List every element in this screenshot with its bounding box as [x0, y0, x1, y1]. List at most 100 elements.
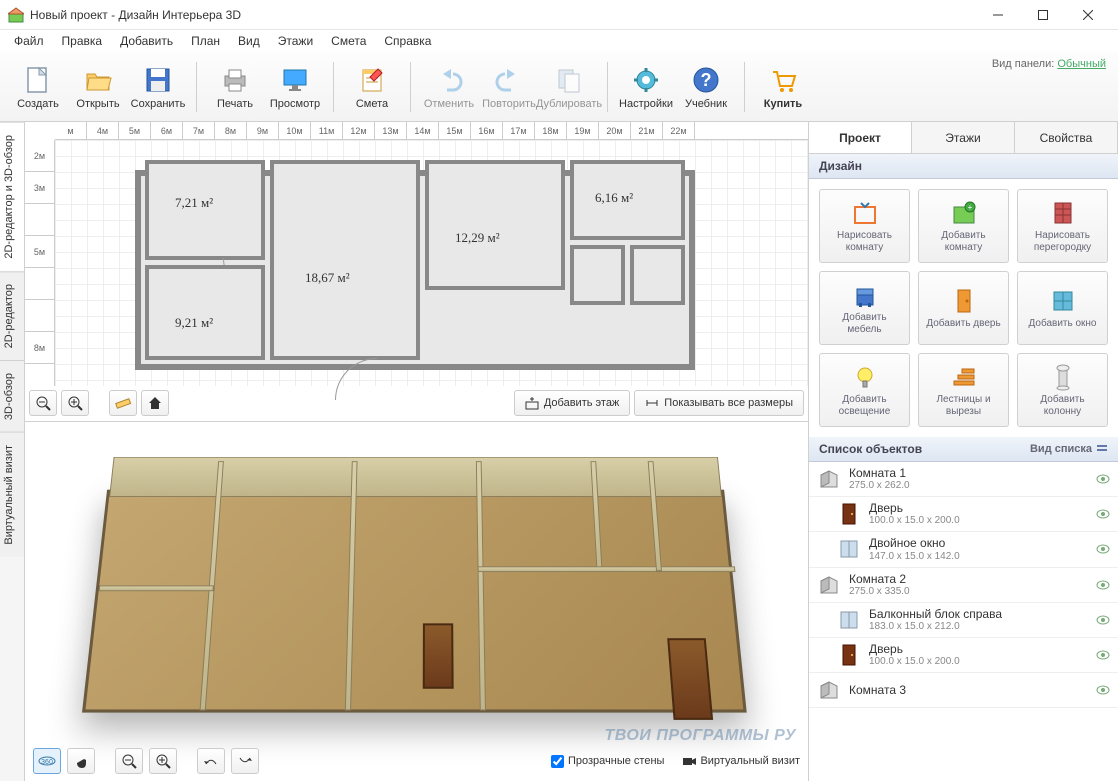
- tab-virtual[interactable]: Виртуальный визит: [0, 432, 24, 557]
- open-button[interactable]: Открыть: [68, 60, 128, 114]
- list-item[interactable]: Дверь100.0 x 15.0 x 200.0: [809, 638, 1118, 673]
- panel-mode: Вид панели: Обычный: [992, 58, 1106, 70]
- app-icon: [8, 7, 24, 23]
- add-floor-button[interactable]: Добавить этаж: [514, 390, 630, 416]
- duplicate-button[interactable]: Дублировать: [539, 60, 599, 114]
- design-btn-6[interactable]: Добавить освещение: [819, 353, 910, 427]
- close-button[interactable]: [1065, 0, 1110, 30]
- undo-button[interactable]: Отменить: [419, 60, 479, 114]
- right-panel: Проект Этажи Свойства Дизайн Нарисовать …: [808, 122, 1118, 781]
- design-btn-7[interactable]: Лестницы и вырезы: [918, 353, 1009, 427]
- design-btn-8[interactable]: Добавить колонну: [1017, 353, 1108, 427]
- settings-button[interactable]: Настройки: [616, 60, 676, 114]
- design-btn-0[interactable]: Нарисовать комнату: [819, 189, 910, 263]
- list-item[interactable]: Дверь100.0 x 15.0 x 200.0: [809, 497, 1118, 532]
- svg-text:?: ?: [701, 70, 712, 90]
- window-title: Новый проект - Дизайн Интерьера 3D: [30, 8, 975, 22]
- virtual-visit-check[interactable]: Виртуальный визит: [682, 754, 800, 768]
- ruler-horizontal: м4м5м6м7м8м9м10м11м12м13м14м15м16м17м18м…: [55, 122, 808, 140]
- objects-header: Список объектов Вид списка: [809, 437, 1118, 462]
- list-item[interactable]: Балконный блок справа183.0 x 15.0 x 212.…: [809, 603, 1118, 638]
- redo-icon: [493, 64, 525, 96]
- room-label: 9,21 м²: [175, 315, 213, 331]
- list-item[interactable]: Комната 2275.0 x 335.0: [809, 568, 1118, 603]
- menu-edit[interactable]: Правка: [54, 32, 111, 50]
- redo-button[interactable]: Повторить: [479, 60, 539, 114]
- create-button[interactable]: Создать: [8, 60, 68, 114]
- visibility-icon[interactable]: [1096, 542, 1110, 556]
- estimate-button[interactable]: Смета: [342, 60, 402, 114]
- zoom-out-button[interactable]: [29, 390, 57, 416]
- show-sizes-button[interactable]: Показывать все размеры: [634, 390, 804, 416]
- menu-help[interactable]: Справка: [376, 32, 439, 50]
- panel-mode-link[interactable]: Обычный: [1057, 58, 1106, 70]
- menubar: Файл Правка Добавить План Вид Этажи Смет…: [0, 30, 1118, 52]
- list-icon: [1096, 443, 1108, 455]
- object-list[interactable]: Комната 1275.0 x 262.0Дверь100.0 x 15.0 …: [809, 462, 1118, 781]
- toolbar: Создать Открыть Сохранить Печать Просмот…: [0, 52, 1118, 122]
- print-button[interactable]: Печать: [205, 60, 265, 114]
- new-file-icon: [22, 64, 54, 96]
- printer-icon: [219, 64, 251, 96]
- design-btn-4[interactable]: Добавить дверь: [918, 271, 1009, 345]
- notepad-icon: [356, 64, 388, 96]
- view-3d[interactable]: ТВОИ ПРОГРАММЫ РУ 360 Прозрачные стены В…: [25, 422, 808, 781]
- tab-2d-3d[interactable]: 2D-редактор и 3D-обзор: [0, 122, 24, 271]
- tilt-up-button[interactable]: [197, 748, 225, 774]
- save-button[interactable]: Сохранить: [128, 60, 188, 114]
- tilt-down-button[interactable]: [231, 748, 259, 774]
- tab-3d[interactable]: 3D-обзор: [0, 360, 24, 432]
- svg-text:+: +: [967, 203, 972, 212]
- design-btn-1[interactable]: +Добавить комнату: [918, 189, 1009, 263]
- visibility-icon[interactable]: [1096, 648, 1110, 662]
- buy-button[interactable]: Купить: [753, 60, 813, 114]
- undo-icon: [433, 64, 465, 96]
- home-button[interactable]: [141, 390, 169, 416]
- tab-floors[interactable]: Этажи: [912, 122, 1015, 153]
- visibility-icon[interactable]: [1096, 683, 1110, 697]
- titlebar: Новый проект - Дизайн Интерьера 3D: [0, 0, 1118, 30]
- measure-button[interactable]: [109, 390, 137, 416]
- help-icon: ?: [690, 64, 722, 96]
- room-label: 6,16 м²: [595, 190, 633, 206]
- menu-file[interactable]: Файл: [6, 32, 52, 50]
- view-list-link[interactable]: Вид списка: [1030, 443, 1108, 455]
- visibility-icon[interactable]: [1096, 578, 1110, 592]
- menu-estimate[interactable]: Смета: [323, 32, 374, 50]
- transparent-walls-check[interactable]: Прозрачные стены: [551, 755, 664, 768]
- tab-project[interactable]: Проект: [809, 122, 912, 153]
- visibility-icon[interactable]: [1096, 472, 1110, 486]
- list-item[interactable]: Комната 1275.0 x 262.0: [809, 462, 1118, 497]
- maximize-button[interactable]: [1020, 0, 1065, 30]
- pan-button[interactable]: [67, 748, 95, 774]
- tab-2d[interactable]: 2D-редактор: [0, 271, 24, 360]
- menu-floors[interactable]: Этажи: [270, 32, 321, 50]
- list-item[interactable]: Двойное окно147.0 x 15.0 x 142.0: [809, 532, 1118, 567]
- tutorial-button[interactable]: ?Учебник: [676, 60, 736, 114]
- cart-icon: [767, 64, 799, 96]
- minimize-button[interactable]: [975, 0, 1020, 30]
- monitor-icon: [279, 64, 311, 96]
- duplicate-icon: [553, 64, 585, 96]
- plan-view[interactable]: м4м5м6м7м8м9м10м11м12м13м14м15м16м17м18м…: [25, 122, 808, 422]
- list-item[interactable]: Комната 3: [809, 673, 1118, 708]
- svg-text:360: 360: [41, 759, 53, 766]
- plan-canvas[interactable]: 7,21 м² 18,67 м² 12,29 м² 6,16 м² 9,21 м…: [55, 140, 808, 386]
- design-header: Дизайн: [809, 154, 1118, 179]
- preview-button[interactable]: Просмотр: [265, 60, 325, 114]
- design-btn-3[interactable]: Добавить мебель: [819, 271, 910, 345]
- view-3d-toolbar: 360 Прозрачные стены Виртуальный визит: [33, 747, 800, 775]
- room-label: 12,29 м²: [455, 230, 500, 246]
- tab-properties[interactable]: Свойства: [1015, 122, 1118, 153]
- visibility-icon[interactable]: [1096, 613, 1110, 627]
- rotate-360-button[interactable]: 360: [33, 748, 61, 774]
- design-btn-5[interactable]: Добавить окно: [1017, 271, 1108, 345]
- design-btn-2[interactable]: Нарисовать перегородку: [1017, 189, 1108, 263]
- zoom-in-button[interactable]: [61, 390, 89, 416]
- menu-plan[interactable]: План: [183, 32, 228, 50]
- zoom-in-3d-button[interactable]: [149, 748, 177, 774]
- visibility-icon[interactable]: [1096, 507, 1110, 521]
- menu-add[interactable]: Добавить: [112, 32, 181, 50]
- zoom-out-3d-button[interactable]: [115, 748, 143, 774]
- menu-view[interactable]: Вид: [230, 32, 268, 50]
